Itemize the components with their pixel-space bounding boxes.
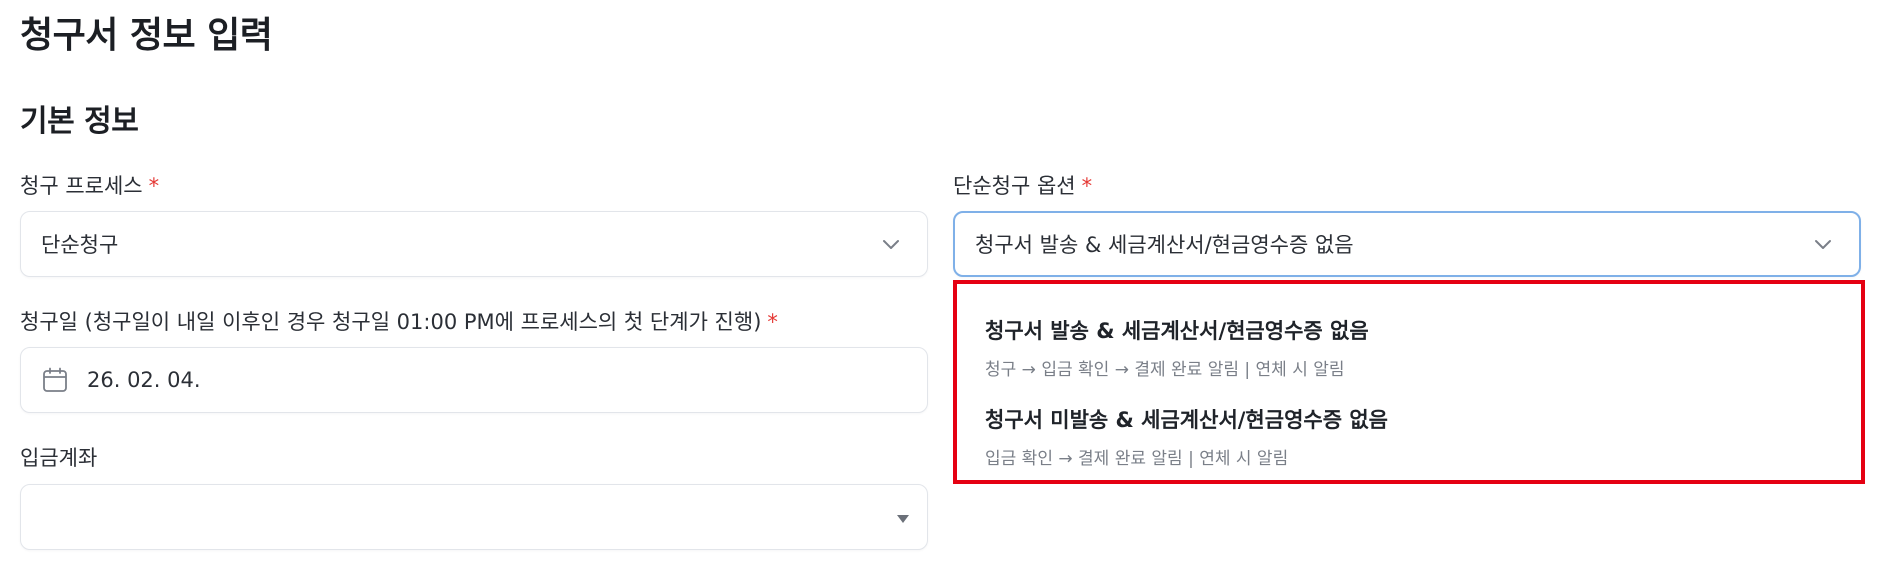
dropdown-option-send-invoice[interactable]: 청구서 발송 & 세금계산서/현금영수증 없음 청구 → 입금 확인 → 결제 …	[985, 315, 1369, 380]
chevron-down-icon	[1815, 240, 1831, 249]
process-label-text: 청구 프로세스	[20, 174, 143, 198]
invoice-form-page: 청구서 정보 입력 기본 정보 청구 프로세스 * 단순청구 단순청구 옵션 * 청…	[0, 0, 1883, 567]
process-select-value: 단순청구	[41, 233, 119, 257]
simple-option-dropdown: 청구서 발송 & 세금계산서/현금영수증 없음 청구 → 입금 확인 → 결제 …	[953, 280, 1865, 484]
option-title: 청구서 발송 & 세금계산서/현금영수증 없음	[985, 319, 1369, 343]
billing-date-value: 26. 02. 04.	[87, 368, 201, 392]
dropdown-option-no-invoice[interactable]: 청구서 미발송 & 세금계산서/현금영수증 없음 입금 확인 → 결제 완료 알…	[985, 404, 1388, 469]
billing-date-input[interactable]: 26. 02. 04.	[20, 347, 928, 413]
process-label: 청구 프로세스 *	[20, 170, 159, 200]
section-title: 기본 정보	[20, 104, 139, 139]
option-description: 입금 확인 → 결제 완료 알림 | 연체 시 알림	[985, 449, 1289, 469]
billing-date-label: 청구일 (청구일이 내일 이후인 경우 청구일 01:00 PM에 프로세스의 …	[20, 306, 778, 336]
page-title: 청구서 정보 입력	[20, 15, 273, 56]
simple-option-select-value: 청구서 발송 & 세금계산서/현금영수증 없음	[975, 233, 1354, 257]
chevron-down-icon	[883, 240, 899, 249]
process-select[interactable]: 단순청구	[20, 211, 928, 277]
required-mark: *	[148, 174, 160, 198]
required-mark: *	[767, 310, 778, 334]
option-description: 청구 → 입금 확인 → 결제 완료 알림 | 연체 시 알림	[985, 360, 1345, 380]
simple-option-label-text: 단순청구 옵션	[953, 174, 1076, 198]
deposit-account-label-text: 입금계좌	[20, 446, 98, 470]
simple-option-select[interactable]: 청구서 발송 & 세금계산서/현금영수증 없음	[953, 211, 1861, 277]
calendar-icon	[43, 367, 67, 392]
simple-option-label: 단순청구 옵션 *	[953, 170, 1092, 200]
deposit-account-select[interactable]	[20, 484, 928, 550]
caret-down-icon	[897, 515, 909, 523]
billing-date-label-text: 청구일 (청구일이 내일 이후인 경우 청구일 01:00 PM에 프로세스의 …	[20, 310, 762, 334]
required-mark: *	[1081, 174, 1093, 198]
deposit-account-label: 입금계좌	[20, 442, 97, 472]
option-title: 청구서 미발송 & 세금계산서/현금영수증 없음	[985, 408, 1388, 432]
